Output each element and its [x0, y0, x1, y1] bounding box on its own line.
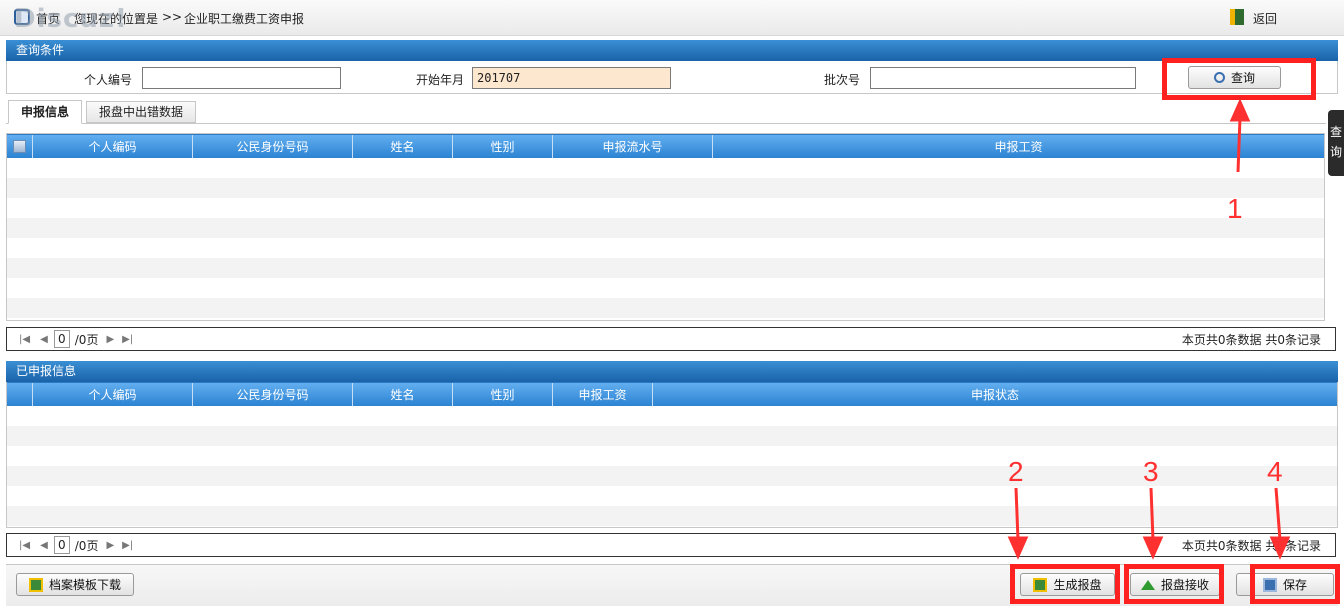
annotation-arrows [1007, 98, 1291, 560]
arrow-1-head [1229, 98, 1251, 122]
arrow-2-shaft [1014, 487, 1020, 541]
arrow-4-shaft [1274, 487, 1282, 541]
arrow-3-shaft [1149, 487, 1155, 541]
annotation-number-3: 3 [1143, 456, 1159, 487]
arrow-1-shaft [1236, 117, 1242, 173]
arrow-3-head [1142, 536, 1164, 560]
annotation-number-2: 2 [1008, 456, 1024, 487]
arrow-2-head [1007, 536, 1029, 560]
annotation-number-1: 1 [1227, 193, 1243, 224]
arrow-4-head [1269, 536, 1291, 560]
annotation-number-4: 4 [1267, 456, 1283, 487]
